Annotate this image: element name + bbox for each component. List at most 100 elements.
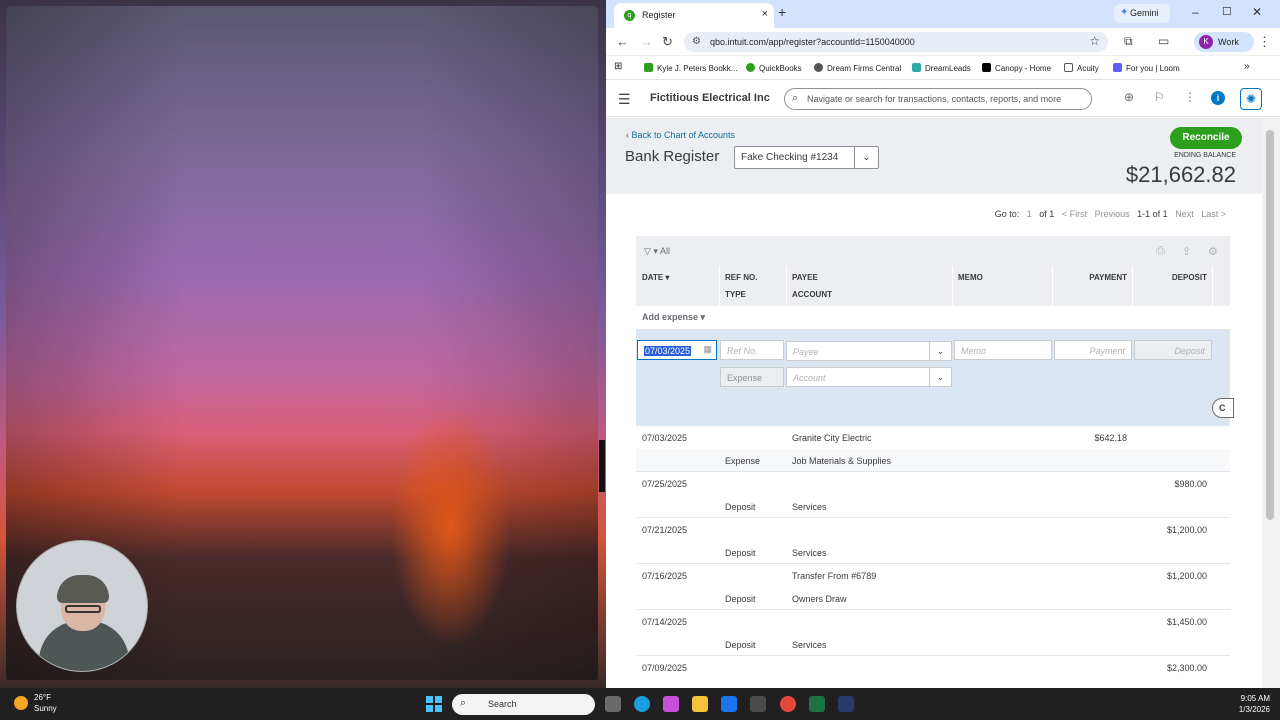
bookmark-item[interactable]: Dream Firms Central (814, 63, 901, 73)
table-row[interactable]: 07/14/2025 $1,450.00 Deposit Services (636, 610, 1230, 656)
account-field[interactable]: Account ⌄ (786, 367, 952, 387)
bookmark-item[interactable]: Kyle J. Peters Bookk... (644, 63, 737, 73)
bookmark-item[interactable]: For you | Loom (1113, 63, 1180, 73)
bookmarks-more-icon[interactable]: » (1244, 61, 1250, 72)
ending-balance-value: $21,662.82 (1125, 162, 1236, 187)
row-type: Deposit (725, 640, 756, 650)
edge-icon[interactable] (634, 696, 650, 712)
account-select-value: Fake Checking #1234 (741, 152, 839, 163)
system-clock[interactable]: 9:05 AM 1/3/2026 (1239, 693, 1270, 715)
extensions-icon[interactable]: ⧉ (1124, 34, 1133, 49)
maximize-icon[interactable]: ☐ (1222, 5, 1232, 18)
reconcile-button[interactable]: Reconcile (1170, 127, 1242, 149)
add-expense-dropdown[interactable]: Add expense ▾ (636, 306, 1230, 330)
settings-gear-icon[interactable]: ⚙ (1208, 245, 1218, 258)
column-divider (719, 266, 720, 306)
bookmark-item[interactable]: Canopy - Home (982, 63, 1051, 73)
calculator-icon[interactable] (750, 696, 766, 712)
intuit-assist-icon[interactable]: ✺ (1240, 88, 1262, 110)
global-search-input[interactable]: ⌕ Navigate or search for transactions, c… (784, 88, 1092, 110)
excel-icon[interactable] (809, 696, 825, 712)
minimize-icon[interactable]: – (1192, 5, 1199, 19)
more-options-icon[interactable]: ⋮ (1184, 90, 1196, 104)
date-field[interactable]: 07/03/2025 ▦ (637, 340, 717, 360)
ref-no-field[interactable]: Ref No. (720, 340, 784, 360)
last-page-link[interactable]: Last > (1201, 209, 1226, 219)
reload-icon[interactable]: ↻ (662, 34, 673, 50)
col-type[interactable]: TYPE (725, 290, 746, 299)
info-icon[interactable]: i (1211, 91, 1225, 105)
filter-icon: ▽ ▾ (644, 246, 658, 256)
col-account[interactable]: ACCOUNT (792, 290, 832, 299)
account-select[interactable]: Fake Checking #1234 ⌄ (734, 146, 879, 169)
first-page-link[interactable]: < First (1062, 209, 1087, 219)
app-icon[interactable] (838, 696, 854, 712)
bookmark-icon[interactable]: ⚐ (1154, 90, 1165, 104)
cast-icon[interactable]: ▭ (1158, 34, 1169, 48)
col-deposit[interactable]: DEPOSIT (1172, 273, 1207, 282)
next-page-link[interactable]: Next (1175, 209, 1194, 219)
windows-start-icon[interactable] (426, 696, 442, 712)
chevron-down-icon[interactable]: ⌄ (854, 147, 878, 168)
bookmark-favicon-icon (644, 63, 653, 72)
cancel-button[interactable]: C (1212, 398, 1234, 418)
table-row[interactable]: 07/25/2025 $980.00 Deposit Services (636, 472, 1230, 518)
create-plus-icon[interactable]: ⊕ (1124, 90, 1134, 104)
chevron-down-icon[interactable]: ⌄ (929, 342, 951, 360)
row-date: 07/21/2025 (642, 525, 688, 535)
back-to-chart-link[interactable]: ‹ Back to Chart of Accounts (626, 130, 735, 140)
chevron-down-icon[interactable]: ⌄ (929, 368, 951, 386)
close-tab-icon[interactable]: × (762, 8, 768, 20)
bookmark-star-icon[interactable]: ☆ (1089, 34, 1100, 48)
col-memo[interactable]: MEMO (958, 273, 983, 282)
menu-kebab-icon[interactable]: ⋮ (1258, 34, 1271, 50)
col-ref[interactable]: REF NO. (725, 273, 757, 282)
task-view-icon[interactable] (605, 696, 621, 712)
profile-button[interactable]: K Work (1194, 32, 1254, 52)
apps-grid-icon[interactable]: ⊞ (614, 61, 622, 72)
page-scrollbar[interactable] (1262, 118, 1280, 688)
payment-field[interactable]: Payment (1054, 340, 1132, 360)
col-payment[interactable]: PAYMENT (1089, 273, 1127, 282)
file-explorer-icon[interactable] (692, 696, 708, 712)
previous-page-link[interactable]: Previous (1095, 209, 1130, 219)
col-date[interactable]: DATE ▾ (642, 273, 669, 282)
col-payee[interactable]: PAYEE (792, 273, 818, 282)
row-deposit: $980.00 (1174, 479, 1207, 489)
hamburger-menu-icon[interactable]: ☰ (618, 91, 631, 108)
goto-page-input[interactable]: 1 (1027, 209, 1032, 219)
table-row[interactable]: 07/21/2025 $1,200.00 Deposit Services (636, 518, 1230, 564)
gemini-button[interactable]: ✦ Gemini (1114, 4, 1170, 23)
scrollbar-thumb[interactable] (1266, 130, 1274, 520)
deposit-field[interactable]: Deposit (1134, 340, 1212, 360)
memo-field[interactable]: Memo (954, 340, 1052, 360)
outlook-icon[interactable] (721, 696, 737, 712)
calendar-icon[interactable]: ▦ (703, 344, 712, 355)
back-icon[interactable]: ← (616, 34, 629, 49)
forward-icon[interactable]: → (640, 34, 653, 49)
taskbar-search[interactable]: ⌕ Search (452, 694, 595, 715)
payee-field[interactable]: Payee ⌄ (786, 341, 952, 361)
new-tab-icon[interactable]: + (778, 4, 786, 20)
copilot-icon[interactable] (663, 696, 679, 712)
bookmark-item[interactable]: QuickBooks (746, 63, 802, 73)
taskbar-search-label: Search (488, 699, 517, 709)
table-header: DATE ▾ REF NO. TYPE PAYEE ACCOUNT MEMO P… (636, 266, 1230, 306)
filter-button[interactable]: ▽ ▾ All (644, 246, 670, 257)
register-toolbar: ▽ ▾ All ⎙ ⇪ ⚙ (636, 236, 1230, 266)
url-field[interactable]: ⚙ qbo.intuit.com/app/register?accountId=… (684, 32, 1108, 52)
print-icon[interactable]: ⎙ (1156, 245, 1165, 258)
export-icon[interactable]: ⇪ (1182, 245, 1191, 258)
bookmark-item[interactable]: Acuity (1064, 63, 1099, 73)
close-window-icon[interactable]: ✕ (1252, 5, 1262, 19)
site-settings-icon[interactable]: ⚙ (692, 36, 701, 47)
table-row[interactable]: 07/16/2025 Transfer From #6789 $1,200.00… (636, 564, 1230, 610)
bookmark-item[interactable]: DreamLeads (912, 63, 971, 73)
table-row[interactable]: 07/09/2025 $2,300.00 (636, 656, 1230, 688)
row-payee: Granite City Electric (792, 433, 872, 443)
search-icon: ⌕ (792, 92, 799, 104)
tab-register[interactable]: q Register × (614, 3, 774, 28)
type-field: Expense (720, 367, 784, 387)
chrome-icon[interactable] (780, 696, 796, 712)
table-row[interactable]: 07/03/2025 Granite City Electric $642.18… (636, 426, 1230, 472)
